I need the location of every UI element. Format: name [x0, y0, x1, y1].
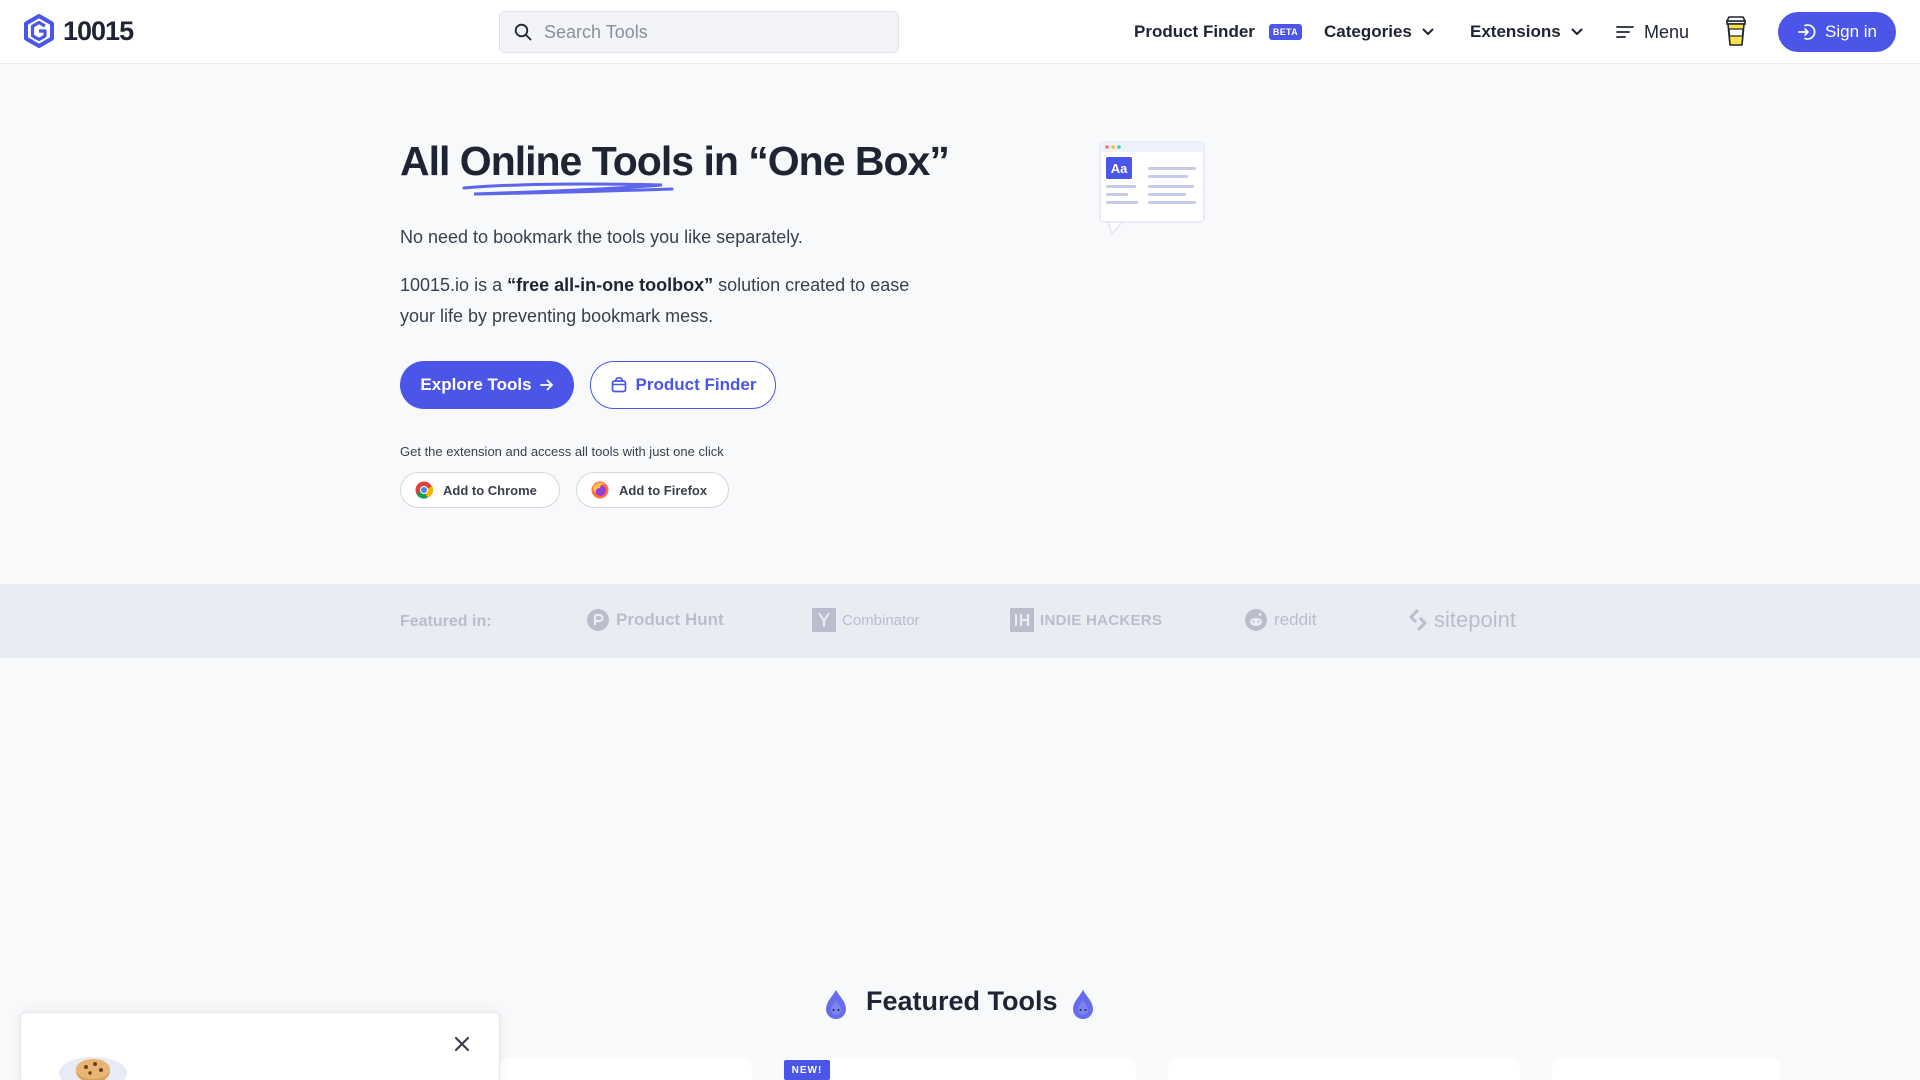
reddit-text: reddit: [1274, 610, 1317, 629]
arrow-right-icon: [539, 379, 553, 391]
logo-hexagon-icon: [24, 14, 54, 48]
featured-tool-card[interactable]: [500, 1058, 752, 1080]
hero-paragraph-2-pre: 10015.io is a: [400, 275, 508, 295]
nav-categories-label: Categories: [1324, 22, 1412, 41]
firefox-icon: [591, 481, 609, 499]
coffee-cup-icon[interactable]: [1724, 14, 1748, 48]
shopping-bag-icon: [611, 377, 626, 393]
hero-title-highlight: Online Tools: [459, 138, 694, 184]
font-preview-illustration: Aa: [1099, 141, 1205, 235]
logo[interactable]: 10015: [23, 14, 134, 48]
featured-in-label: Featured in:: [400, 613, 492, 630]
sign-in-button[interactable]: Sign in: [1778, 12, 1896, 52]
close-icon[interactable]: [453, 1035, 471, 1053]
hero-title-highlight-wrap: Online Tools: [459, 138, 694, 196]
indie-hackers-text: INDIE HACKERS: [1040, 611, 1163, 629]
top-navbar: 10015 Product Finder BETA Categories Ext…: [0, 0, 1920, 64]
featured-tool-card[interactable]: [784, 1058, 1136, 1080]
hero-title-start: All: [400, 138, 460, 184]
sign-in-icon: [1798, 24, 1816, 40]
chrome-icon: [415, 481, 433, 499]
product-hunt-icon: [587, 609, 609, 631]
indie-hackers-icon: [1010, 608, 1034, 632]
featured-tool-card[interactable]: [1552, 1058, 1780, 1080]
nav-product-finder[interactable]: Product Finder BETA: [1134, 0, 1302, 64]
hero-paragraph-2: 10015.io is a “free all-in-one toolbox” …: [400, 270, 940, 332]
cookie-consent-popup: [20, 1012, 500, 1080]
reddit-icon: [1245, 609, 1267, 631]
product-hunt-text: Product Hunt: [616, 610, 724, 629]
hero-title: All Online Tools in “One Box”: [400, 138, 950, 196]
nav-product-finder-label: Product Finder: [1134, 22, 1255, 41]
nav-menu[interactable]: Menu: [1616, 0, 1689, 64]
add-to-firefox-button[interactable]: Add to Firefox: [576, 472, 729, 508]
new-badge: NEW!: [784, 1060, 830, 1080]
search-input[interactable]: [544, 21, 874, 43]
product-finder-button[interactable]: Product Finder: [590, 361, 776, 409]
chevron-down-icon: [1422, 28, 1434, 35]
explore-tools-label: Explore Tools: [420, 375, 532, 394]
featured-in-strip: [0, 584, 1920, 658]
add-to-chrome-button[interactable]: Add to Chrome: [400, 472, 560, 508]
beta-badge: BETA: [1268, 24, 1302, 40]
fire-drop-icon: [1073, 990, 1093, 1019]
svg-text:Aa: Aa: [1111, 161, 1128, 176]
hero-paragraph-1: No need to bookmark the tools you like s…: [400, 227, 803, 247]
sitepoint-icon: [1409, 608, 1427, 632]
y-combinator-icon: [812, 608, 836, 632]
nav-extensions[interactable]: Extensions: [1470, 0, 1583, 64]
reddit-logo: reddit: [1244, 606, 1317, 634]
extension-caption: Get the extension and access all tools w…: [400, 444, 724, 459]
fire-drop-icon: [826, 990, 846, 1019]
product-finder-label: Product Finder: [635, 375, 757, 394]
scribble-underline: [462, 182, 674, 196]
featured-tool-card[interactable]: [1168, 1058, 1520, 1080]
explore-tools-button[interactable]: Explore Tools: [400, 361, 574, 409]
y-combinator-text: Combinator: [842, 611, 920, 629]
sitepoint-logo: sitepoint: [1408, 606, 1516, 634]
logo-text: 10015: [63, 15, 134, 46]
add-to-firefox-label: Add to Firefox: [619, 482, 708, 498]
cookie-icon: [59, 1057, 127, 1080]
nav-categories[interactable]: Categories: [1324, 0, 1434, 64]
featured-tools-title: Featured Tools: [866, 986, 1058, 1016]
indie-hackers-logo: INDIE HACKERS: [1010, 606, 1162, 634]
hero-paragraph-2-bold: “free all-in-one toolbox”: [507, 275, 714, 295]
chevron-down-icon: [1571, 28, 1583, 35]
product-hunt-logo: Product Hunt: [586, 606, 724, 634]
search-icon: [514, 23, 532, 41]
add-to-chrome-label: Add to Chrome: [443, 482, 537, 498]
nav-extensions-label: Extensions: [1470, 22, 1561, 41]
nav-menu-label: Menu: [1644, 21, 1690, 42]
hero-title-end: in “One Box”: [693, 138, 949, 184]
y-combinator-logo: Combinator: [812, 606, 920, 634]
sitepoint-text: sitepoint: [1434, 607, 1516, 632]
search-box[interactable]: [499, 11, 899, 53]
menu-icon: [1616, 26, 1634, 38]
sign-in-label: Sign in: [1825, 22, 1877, 41]
